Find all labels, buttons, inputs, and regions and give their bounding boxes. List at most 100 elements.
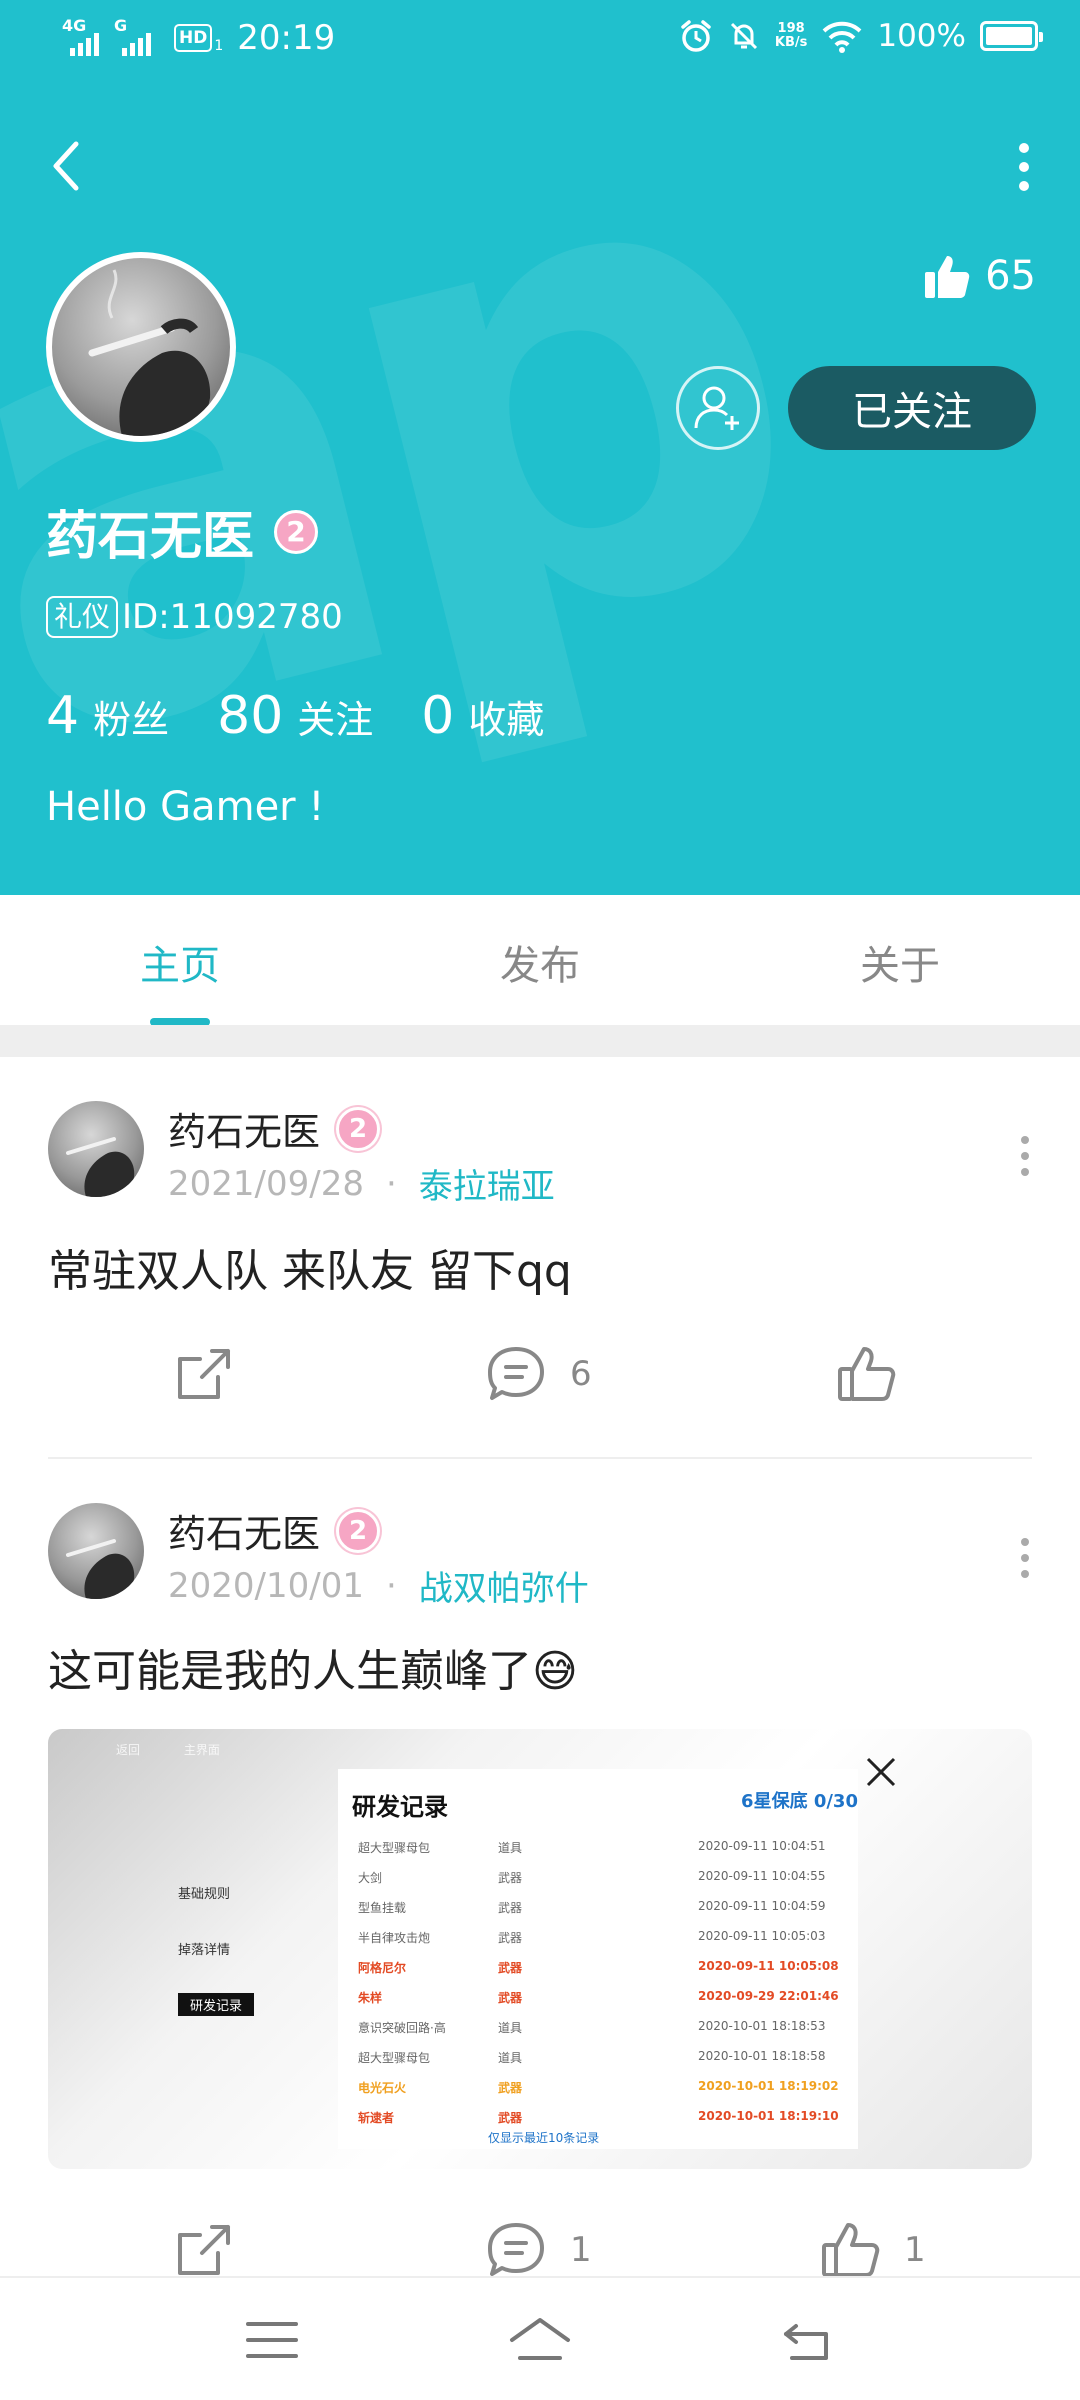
comment-button[interactable]: 1 (484, 2219, 592, 2281)
record-time: 2020-09-11 10:05:08 (698, 1959, 839, 1973)
level-badge: 2 (336, 1106, 381, 1151)
stat-favorites[interactable]: 0 收藏 (421, 686, 544, 746)
post-actions: 6 (0, 1343, 1080, 1423)
add-friend-button[interactable] (676, 366, 760, 450)
post-image[interactable]: 返回 主界面 基础规则 掉落详情 研发记录 研发记录 6星保底 0/30 超大型… (48, 1729, 1032, 2169)
record-name: 阿格尼尔 (358, 1961, 407, 1975)
record-type: 道具 (498, 1841, 523, 1855)
level-badge: 2 (336, 1508, 381, 1553)
record-time: 2020-10-01 18:18:53 (698, 2019, 826, 2033)
user-plus-icon (694, 386, 739, 430)
more-vertical-icon[interactable] (1018, 1537, 1032, 1579)
chevron-left-icon[interactable] (44, 136, 88, 196)
record-type: 道具 (498, 2021, 523, 2035)
meta-dot: · (385, 1565, 397, 1606)
avatar-image (66, 1137, 135, 1197)
post-author-name[interactable]: 药石无医 2 (168, 1101, 381, 1156)
profile-bio: Hello Gamer ! (46, 784, 325, 830)
etiquette-tag[interactable]: 礼仪 (46, 596, 119, 638)
author-name-text: 药石无医 (168, 1110, 321, 1154)
system-nav-bar (0, 2276, 1080, 2400)
section-divider (0, 1025, 1080, 1057)
cell-signal-icon: G (114, 16, 166, 60)
image-footer-note: 仅显示最近10条记录 (488, 2131, 600, 2145)
more-vertical-icon[interactable] (1018, 1135, 1032, 1177)
post-game-tag[interactable]: 战双帕弥什 (419, 1561, 589, 1610)
record-time: 2020-10-01 18:19:10 (698, 2109, 839, 2123)
avatar-image (88, 269, 211, 436)
menu-icon[interactable] (240, 2312, 304, 2368)
post-text[interactable]: 常驻双人队 来队友 留下qq (48, 1235, 572, 1299)
record-name: 超大型骤母包 (358, 2051, 431, 2065)
stat-following[interactable]: 80 关注 (217, 686, 373, 746)
user-id: ID:11092780 (122, 597, 343, 637)
profile-header: ap 4G G HD 1 20:19 198 KB/s 100% 65 已关注 … (0, 0, 1080, 895)
image-record-title: 研发记录 (352, 1793, 448, 1821)
image-top-bar: 返回 主界面 (116, 1741, 220, 1758)
comment-icon (488, 1347, 544, 1400)
record-type: 武器 (498, 1871, 523, 1885)
like-button[interactable] (836, 1343, 920, 1405)
record-type: 武器 (498, 1991, 523, 2005)
stat-label: 粉丝 (93, 698, 170, 742)
post-meta: 2021/09/28 · 泰拉瑞亚 (168, 1159, 555, 1208)
level-badge: 2 (274, 509, 319, 554)
share-icon (178, 1349, 230, 1399)
like-count: 1 (904, 2230, 926, 2270)
battery-percent: 100% (877, 18, 966, 54)
record-time: 2020-10-01 18:18:58 (698, 2049, 826, 2063)
comment-icon (488, 2223, 544, 2276)
record-type: 武器 (498, 2111, 523, 2125)
stat-fans[interactable]: 4 粉丝 (46, 686, 169, 746)
record-name: 大剑 (358, 1871, 383, 1885)
comment-button[interactable]: 6 (484, 1343, 592, 1405)
post-text[interactable]: 这可能是我的人生巅峰了😅 (48, 1635, 578, 1699)
tab-about[interactable]: 关于 (800, 933, 1000, 991)
record-type: 武器 (498, 2081, 523, 2095)
hd-sub: 1 (214, 38, 224, 54)
status-right: 198 KB/s 100% (679, 18, 1043, 54)
post-date: 2020/10/01 (168, 1565, 364, 1606)
comment-count: 6 (570, 1354, 592, 1394)
post-author-name[interactable]: 药石无医 2 (168, 1503, 381, 1558)
close-icon (866, 1757, 896, 1787)
share-icon (178, 2225, 230, 2275)
status-time: 20:19 (237, 18, 336, 58)
wifi-icon (822, 21, 862, 53)
post-date: 2021/09/28 (168, 1163, 364, 1204)
profile-avatar[interactable] (46, 252, 236, 442)
post-author-avatar[interactable] (48, 1101, 144, 1197)
post-game-tag[interactable]: 泰拉瑞亚 (419, 1159, 555, 1208)
home-icon[interactable] (508, 2312, 572, 2368)
share-button[interactable] (172, 1343, 234, 1405)
tab-posts[interactable]: 发布 (440, 933, 640, 991)
post-meta: 2020/10/01 · 战双帕弥什 (168, 1561, 589, 1610)
follow-button[interactable]: 已关注 (788, 366, 1036, 450)
like-button[interactable]: 1 (820, 2219, 926, 2281)
image-home-label: 主界面 (183, 1743, 220, 1757)
record-time: 2020-09-11 10:04:51 (698, 1839, 826, 1853)
stat-label: 关注 (297, 698, 374, 742)
username-text: 药石无医 (46, 507, 255, 567)
record-name: 电光石火 (358, 2081, 407, 2095)
post-card[interactable]: 药石无医 2 2021/09/28 · 泰拉瑞亚 常驻双人队 来队友 留下qq … (0, 1057, 1080, 1457)
stat-label: 收藏 (468, 698, 545, 742)
post-card[interactable]: 药石无医 2 2020/10/01 · 战双帕弥什 这可能是我的人生巅峰了😅 返… (0, 1459, 1080, 2277)
net-speed: 198 KB/s (775, 22, 807, 50)
more-vertical-icon[interactable] (1012, 140, 1036, 194)
record-name: 斩逮者 (358, 2111, 395, 2125)
mute-bell-icon (730, 22, 757, 50)
tab-home[interactable]: 主页 (80, 933, 280, 991)
profile-like-count: 65 (923, 252, 1036, 300)
record-name: 朱样 (358, 1991, 383, 2005)
share-button[interactable] (172, 2219, 234, 2281)
alarm-icon (681, 20, 711, 52)
record-type: 武器 (498, 1961, 523, 1975)
post-author-avatar[interactable] (48, 1503, 144, 1599)
record-time: 2020-09-11 10:04:59 (698, 1899, 826, 1913)
record-name: 超大型骤母包 (358, 1841, 431, 1855)
return-icon[interactable] (776, 2312, 840, 2368)
profile-stats: 4 粉丝 80 关注 0 收藏 (46, 686, 592, 746)
comment-count: 1 (570, 2230, 592, 2270)
image-back-label: 返回 (116, 1743, 141, 1757)
